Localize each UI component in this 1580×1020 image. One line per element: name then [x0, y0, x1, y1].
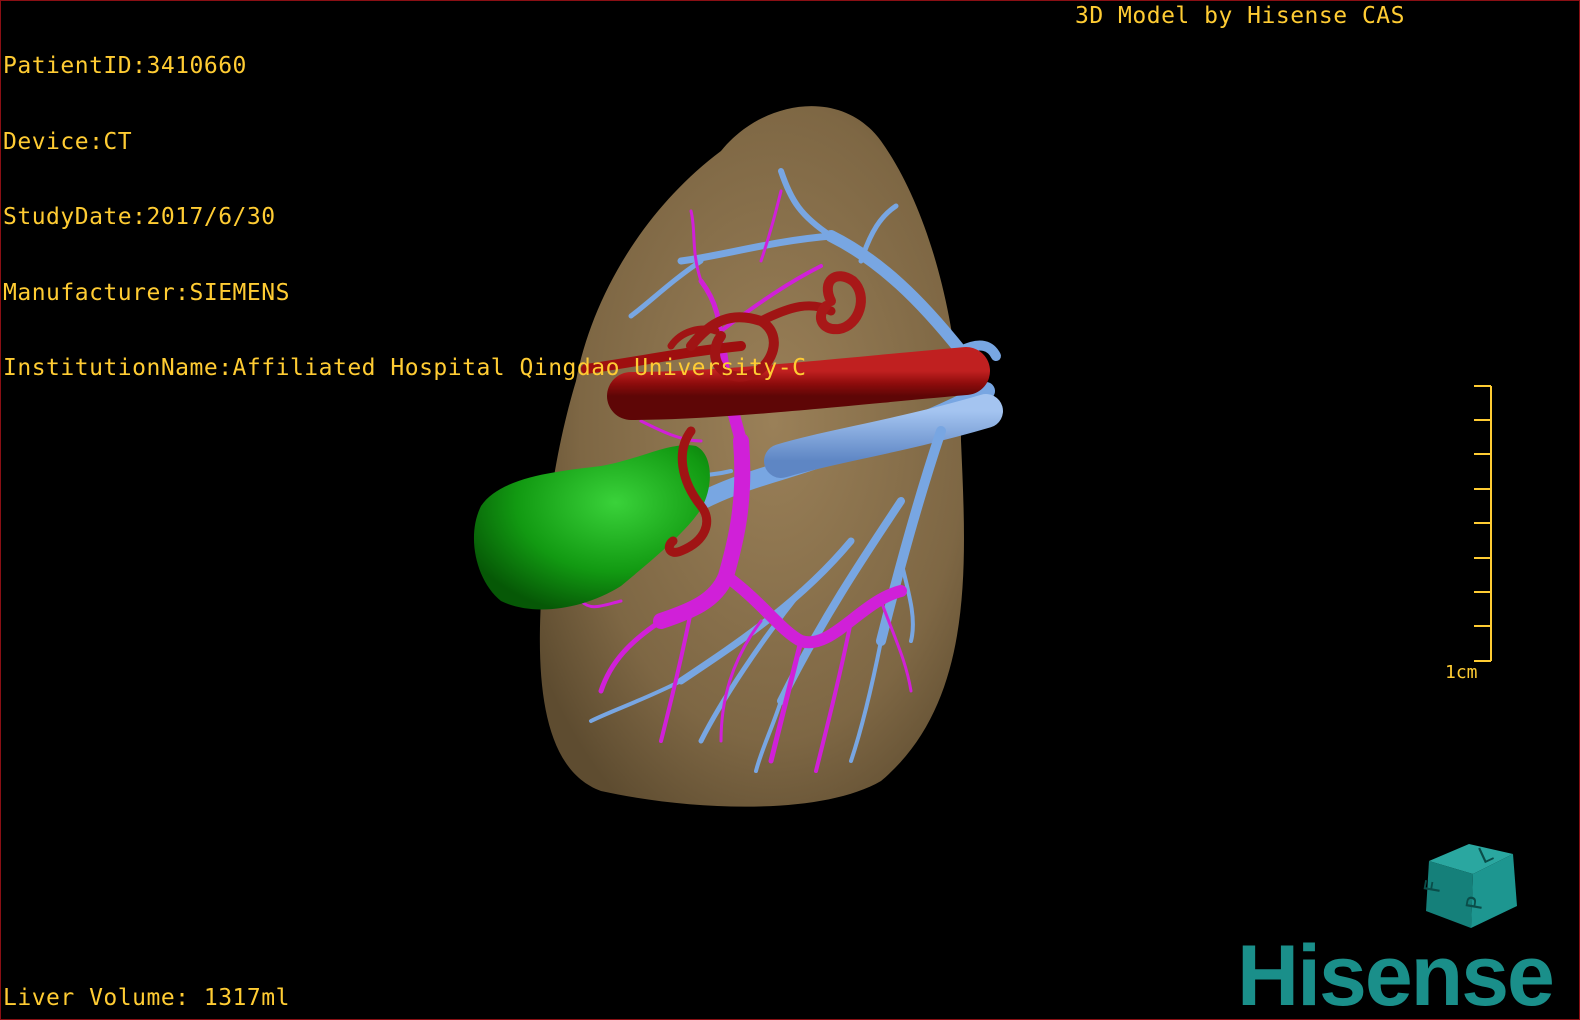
hisense-logo: Hisense [1237, 928, 1555, 1020]
patient-id: PatientID:3410660 [3, 53, 247, 79]
liver-volume: Liver Volume: 1317ml [3, 985, 290, 1011]
viewer-title: 3D Model by Hisense CAS [1075, 3, 1405, 29]
device: Device:CT [3, 128, 133, 155]
manufacturer: Manufacturer:SIEMENS [3, 279, 290, 306]
3d-viewport[interactable]: PatientID:3410660 Device:CT StudyDate:20… [0, 0, 1580, 1020]
orientation-cube[interactable]: L F P [1421, 836, 1526, 936]
institution-name: InstitutionName:Affiliated Hospital Qing… [3, 355, 807, 381]
dicom-metadata: PatientID:3410660 Device:CT StudyDate:20… [3, 4, 806, 432]
scale-label: 1cm [1445, 662, 1478, 683]
study-date: StudyDate:2017/6/30 [3, 204, 276, 230]
